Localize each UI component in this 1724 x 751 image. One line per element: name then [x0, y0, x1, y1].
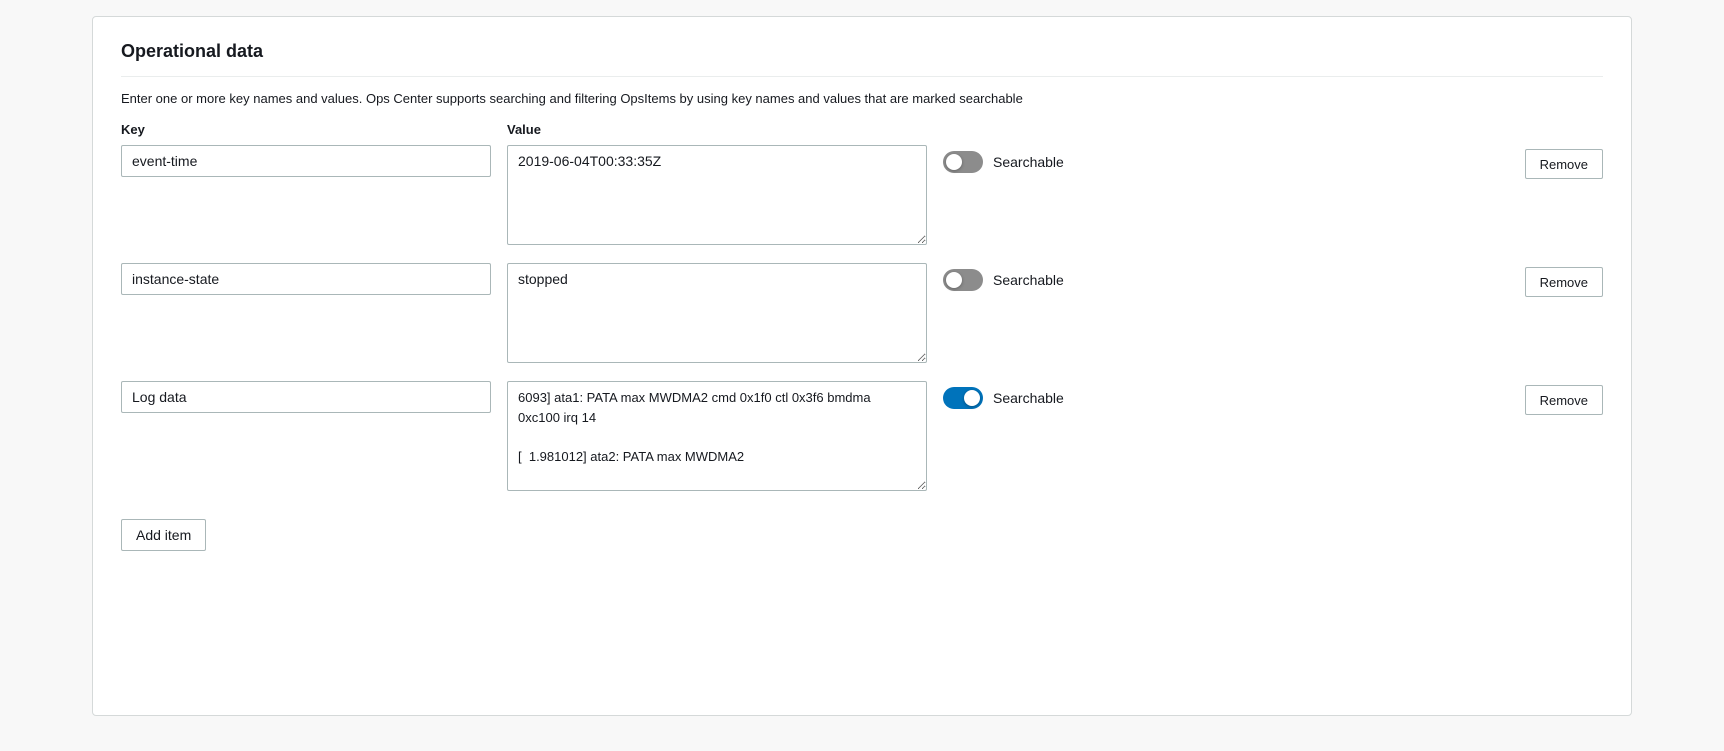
remove-button-1[interactable]: Remove [1525, 149, 1603, 179]
key-input-2[interactable] [121, 263, 491, 295]
remove-button-3[interactable]: Remove [1525, 385, 1603, 415]
searchable-group-1: Searchable [943, 145, 1103, 173]
searchable-toggle-2[interactable] [943, 269, 983, 291]
searchable-label-3: Searchable [993, 390, 1064, 406]
table-row: 2019-06-04T00:33:35Z Searchable Remove [121, 145, 1603, 245]
section-description: Enter one or more key names and values. … [121, 91, 1603, 106]
value-textarea-2[interactable]: stopped [507, 263, 927, 363]
key-input-3[interactable] [121, 381, 491, 413]
section-title: Operational data [121, 41, 1603, 77]
remove-button-2[interactable]: Remove [1525, 267, 1603, 297]
searchable-label-1: Searchable [993, 154, 1064, 170]
table-row: 6093] ata1: PATA max MWDMA2 cmd 0x1f0 ct… [121, 381, 1603, 491]
searchable-toggle-3[interactable] [943, 387, 983, 409]
searchable-group-3: Searchable [943, 381, 1103, 409]
table-row: stopped Searchable Remove [121, 263, 1603, 363]
key-input-1[interactable] [121, 145, 491, 177]
searchable-label-2: Searchable [993, 272, 1064, 288]
value-textarea-3[interactable]: 6093] ata1: PATA max MWDMA2 cmd 0x1f0 ct… [507, 381, 927, 491]
searchable-toggle-1[interactable] [943, 151, 983, 173]
value-textarea-1[interactable]: 2019-06-04T00:33:35Z [507, 145, 927, 245]
column-headers: Key Value [121, 122, 1603, 137]
key-column-header: Key [121, 122, 491, 137]
value-column-header: Value [507, 122, 541, 137]
searchable-group-2: Searchable [943, 263, 1103, 291]
operational-data-section: Operational data Enter one or more key n… [92, 16, 1632, 716]
add-item-button[interactable]: Add item [121, 519, 206, 551]
